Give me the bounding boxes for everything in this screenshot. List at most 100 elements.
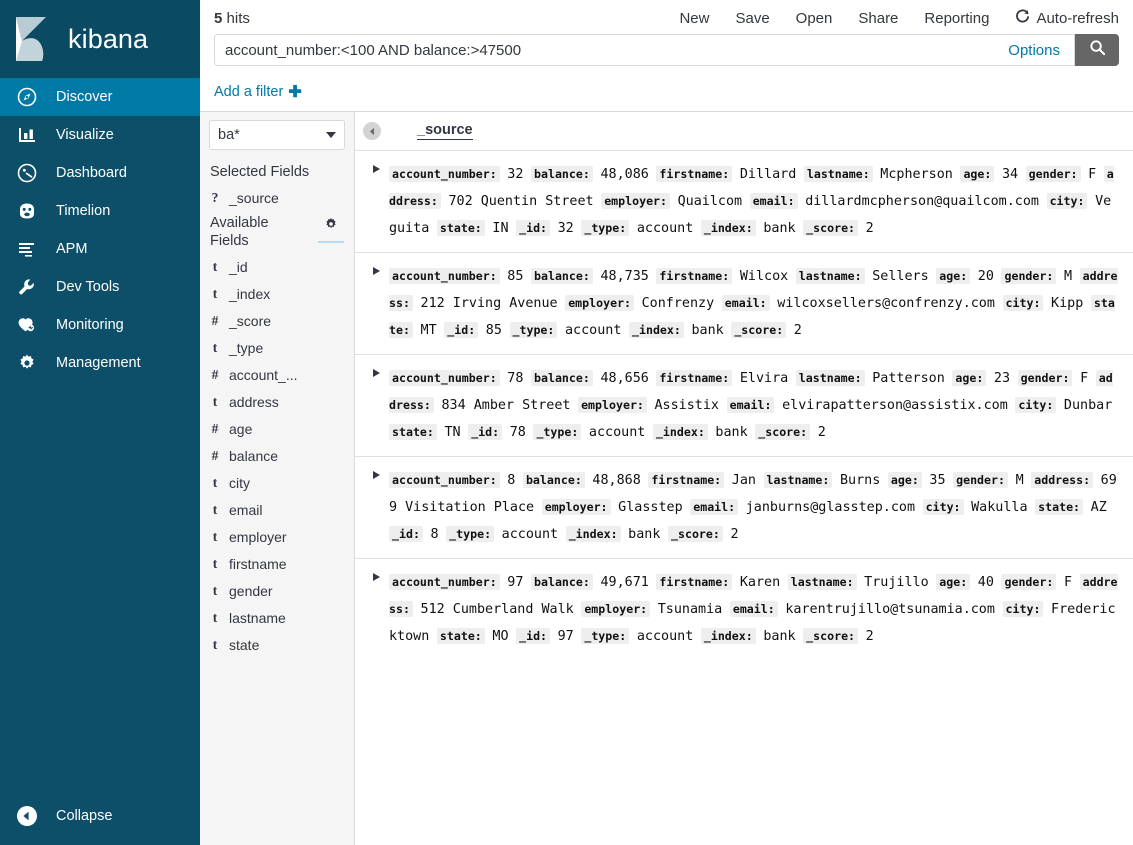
field-item-address[interactable]: t address <box>200 388 354 415</box>
table-row: account_number: 32 balance: 48,086 first… <box>355 150 1133 252</box>
table-row: account_number: 97 balance: 49,671 first… <box>355 558 1133 660</box>
gauge-icon <box>14 163 40 183</box>
content-area: ba* Selected Fields ? _source Available … <box>200 112 1133 845</box>
field-item-lastname[interactable]: tlastname <box>200 604 354 631</box>
field-key: _score: <box>668 526 723 542</box>
field-name-label: _index <box>229 286 270 302</box>
field-value: 834 Amber Street <box>441 398 570 413</box>
field-key: _id: <box>516 628 550 644</box>
sidebar-item-monitoring[interactable]: Monitoring <box>0 306 200 344</box>
options-link[interactable]: Options <box>1008 42 1064 59</box>
sidebar-item-management[interactable]: Management <box>0 344 200 382</box>
expand-row-button[interactable] <box>363 263 389 275</box>
index-pattern-select[interactable]: ba* <box>209 120 345 150</box>
field-key: lastname: <box>804 166 873 182</box>
share-button[interactable]: Share <box>858 10 898 27</box>
field-item-age[interactable]: #age <box>200 415 354 442</box>
sidebar-item-timelion[interactable]: Timelion <box>0 192 200 230</box>
sidebar-item-discover[interactable]: Discover <box>0 78 200 116</box>
field-value: 48,086 <box>600 167 648 182</box>
field-key: _type: <box>581 628 629 644</box>
field-value: 2 <box>866 629 874 644</box>
field-value: 34 <box>1002 167 1018 182</box>
auto-refresh-button[interactable]: Auto-refresh <box>1015 9 1119 28</box>
expand-row-button[interactable] <box>363 161 389 173</box>
sidebar-item-dev-tools[interactable]: Dev Tools <box>0 268 200 306</box>
field-key: balance: <box>531 166 593 182</box>
field-item-email[interactable]: temail <box>200 496 354 523</box>
field-value: Karen <box>740 575 780 590</box>
arrow-left-circle-icon[interactable] <box>363 122 381 140</box>
field-value: account <box>565 323 621 338</box>
expand-row-button[interactable] <box>363 365 389 377</box>
field-key: age: <box>960 166 994 182</box>
column-header-source[interactable]: _source <box>417 122 473 140</box>
index-pattern-value: ba* <box>218 127 240 143</box>
bar-chart-icon <box>14 125 40 145</box>
field-item-account-[interactable]: #account_... <box>200 361 354 388</box>
new-button[interactable]: New <box>679 10 709 27</box>
field-key: _index: <box>701 220 756 236</box>
search-input[interactable] <box>225 42 1008 59</box>
field-value: 48,735 <box>600 269 648 284</box>
field-name-label: balance <box>229 448 278 464</box>
field-type-icon: t <box>210 583 220 599</box>
gear-icon <box>14 353 40 373</box>
sidebar-label-visualize: Visualize <box>56 127 114 143</box>
field-key: firstname: <box>656 370 732 386</box>
field-item--type[interactable]: t_type <box>200 334 354 361</box>
field-name-label: employer <box>229 529 287 545</box>
field-type-icon: t <box>210 556 220 572</box>
field-value: Elvira <box>740 371 788 386</box>
search-submit-button[interactable] <box>1075 34 1119 66</box>
field-key: _id: <box>444 322 478 338</box>
field-key: balance: <box>523 472 585 488</box>
field-item-gender[interactable]: tgender <box>200 577 354 604</box>
field-key: gender: <box>1001 268 1056 284</box>
field-type-icon: t <box>210 502 220 518</box>
field-value: dillardmcpherson@quailcom.com <box>805 194 1039 209</box>
open-button[interactable]: Open <box>796 10 833 27</box>
field-type-icon: t <box>210 394 220 410</box>
kibana-app: kibana Discover Visualize Dashboard <box>0 0 1133 845</box>
sidebar-collapse-button[interactable]: Collapse <box>0 797 200 835</box>
kibana-brand[interactable]: kibana <box>0 0 200 78</box>
document-rows: account_number: 32 balance: 48,086 first… <box>355 150 1133 845</box>
field-item--id[interactable]: t_id <box>200 253 354 280</box>
field-item--score[interactable]: #_score <box>200 307 354 334</box>
field-item-employer[interactable]: temployer <box>200 523 354 550</box>
field-item-source[interactable]: ? _source <box>200 184 354 211</box>
field-item-state[interactable]: tstate <box>200 631 354 658</box>
filter-bar: Add a filter ✚ <box>200 72 1133 112</box>
field-value: 8 <box>507 473 515 488</box>
save-button[interactable]: Save <box>735 10 769 27</box>
field-item-firstname[interactable]: tfirstname <box>200 550 354 577</box>
add-filter-button[interactable]: Add a filter ✚ <box>214 82 302 102</box>
field-key: _index: <box>701 628 756 644</box>
field-key: employer: <box>581 601 650 617</box>
field-value: AZ <box>1091 500 1107 515</box>
field-item-city[interactable]: tcity <box>200 469 354 496</box>
field-key: _score: <box>803 220 858 236</box>
arrow-left-circle-icon <box>14 805 40 827</box>
hits-count: 5 <box>214 10 222 27</box>
document-source-text: account_number: 32 balance: 48,086 first… <box>389 161 1119 242</box>
sidebar-item-visualize[interactable]: Visualize <box>0 116 200 154</box>
expand-row-button[interactable] <box>363 467 389 479</box>
field-key: employer: <box>578 397 647 413</box>
reporting-button[interactable]: Reporting <box>924 10 989 27</box>
field-name-label: address <box>229 394 279 410</box>
sidebar-item-dashboard[interactable]: Dashboard <box>0 154 200 192</box>
field-value: account <box>637 629 693 644</box>
field-item-balance[interactable]: #balance <box>200 442 354 469</box>
refresh-icon <box>1015 9 1030 28</box>
field-key: _score: <box>755 424 810 440</box>
sidebar-item-apm[interactable]: APM <box>0 230 200 268</box>
field-key: city: <box>1015 397 1056 413</box>
field-key: firstname: <box>656 574 732 590</box>
field-item--index[interactable]: t_index <box>200 280 354 307</box>
expand-row-button[interactable] <box>363 569 389 581</box>
field-settings-button[interactable] <box>318 211 344 243</box>
field-value: Assistix <box>655 398 720 413</box>
field-value: 8 <box>431 527 439 542</box>
